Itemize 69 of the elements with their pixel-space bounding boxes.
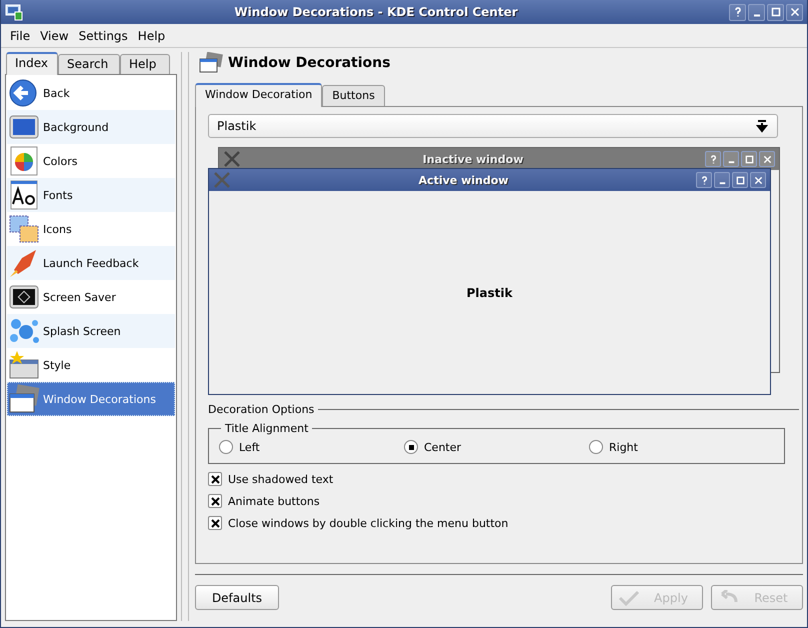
- checkbox-label: Use shadowed text: [228, 472, 334, 486]
- close-icon: [759, 151, 775, 167]
- question-mark-icon: [732, 7, 742, 17]
- module-item[interactable]: Fonts: [7, 178, 175, 212]
- radio-label: Center: [424, 440, 462, 454]
- help-button[interactable]: [729, 4, 746, 20]
- tab[interactable]: Window Decoration: [195, 83, 322, 107]
- module-item[interactable]: Launch Feedback: [7, 246, 175, 280]
- checkbox[interactable]: [208, 472, 222, 486]
- menu-item[interactable]: Help: [134, 26, 168, 44]
- decoration-name: Plastik: [466, 286, 512, 300]
- maximize-icon: [741, 151, 757, 167]
- menu-item[interactable]: Settings: [76, 26, 131, 44]
- module-item[interactable]: Colors: [7, 144, 175, 178]
- close-icon: [790, 7, 800, 17]
- star-window-icon: [8, 350, 40, 380]
- module-item[interactable]: Screen Saver: [7, 280, 175, 314]
- module-item[interactable]: Window Decorations: [7, 382, 175, 416]
- checkmark-icon: [618, 590, 640, 606]
- x-icon: [213, 172, 231, 188]
- module-item[interactable]: Icons: [7, 212, 175, 246]
- sidebar-tab[interactable]: Help: [120, 54, 170, 74]
- checkbox[interactable]: [208, 516, 222, 530]
- close-icon: [750, 172, 766, 188]
- x-icon: [223, 151, 241, 167]
- color-wheel-icon: [8, 146, 40, 176]
- decoration-dropdown[interactable]: Plastik: [208, 114, 778, 138]
- radio-button[interactable]: [589, 440, 603, 454]
- window-icon: [199, 52, 223, 74]
- bubbles-icon: [8, 316, 40, 346]
- tab[interactable]: Buttons: [322, 85, 385, 106]
- maximize-icon: [770, 7, 780, 17]
- checkbox-label: Animate buttons: [228, 494, 320, 508]
- group-title: Title Alignment: [224, 422, 310, 435]
- minimize-button[interactable]: [748, 4, 765, 20]
- sidebar-tab[interactable]: Index: [6, 52, 58, 75]
- icons-icon: [8, 214, 40, 244]
- help-icon: [696, 172, 712, 188]
- maximize-button[interactable]: [767, 4, 784, 20]
- radio-label: Right: [609, 440, 638, 454]
- dropdown-arrow-icon: [755, 119, 769, 133]
- module-item[interactable]: Splash Screen: [7, 314, 175, 348]
- window-icon: [8, 384, 40, 414]
- sidebar-tab[interactable]: Search: [58, 54, 120, 74]
- module-item[interactable]: Background: [7, 110, 175, 144]
- module-item[interactable]: Back: [7, 76, 175, 110]
- minimize-icon: [752, 14, 762, 16]
- checkbox-label: Close windows by double clicking the menu button: [228, 516, 508, 530]
- window-title: Active window: [418, 174, 510, 186]
- defaults-button[interactable]: Defaults: [195, 585, 279, 610]
- module-item[interactable]: Style: [7, 348, 175, 382]
- menu-item[interactable]: File: [7, 26, 34, 44]
- window-title: Window Decorations - KDE Control Center: [233, 5, 519, 19]
- minimize-icon: [723, 151, 739, 167]
- splitter-handle[interactable]: [181, 52, 189, 621]
- monitor-icon: [5, 3, 23, 21]
- menu-item[interactable]: View: [37, 26, 72, 44]
- page-title: Window Decorations: [228, 55, 390, 71]
- radio-button[interactable]: [219, 440, 233, 454]
- help-icon: [705, 151, 721, 167]
- font-icon: [8, 180, 40, 210]
- close-button[interactable]: [786, 4, 803, 20]
- radio-button[interactable]: [404, 440, 418, 454]
- maximize-icon: [732, 172, 748, 188]
- section-title: Decoration Options: [208, 403, 314, 416]
- minimize-icon: [714, 172, 730, 188]
- checkbox[interactable]: [208, 494, 222, 508]
- radio-label: Left: [239, 440, 260, 454]
- window-title: Inactive window: [422, 152, 524, 166]
